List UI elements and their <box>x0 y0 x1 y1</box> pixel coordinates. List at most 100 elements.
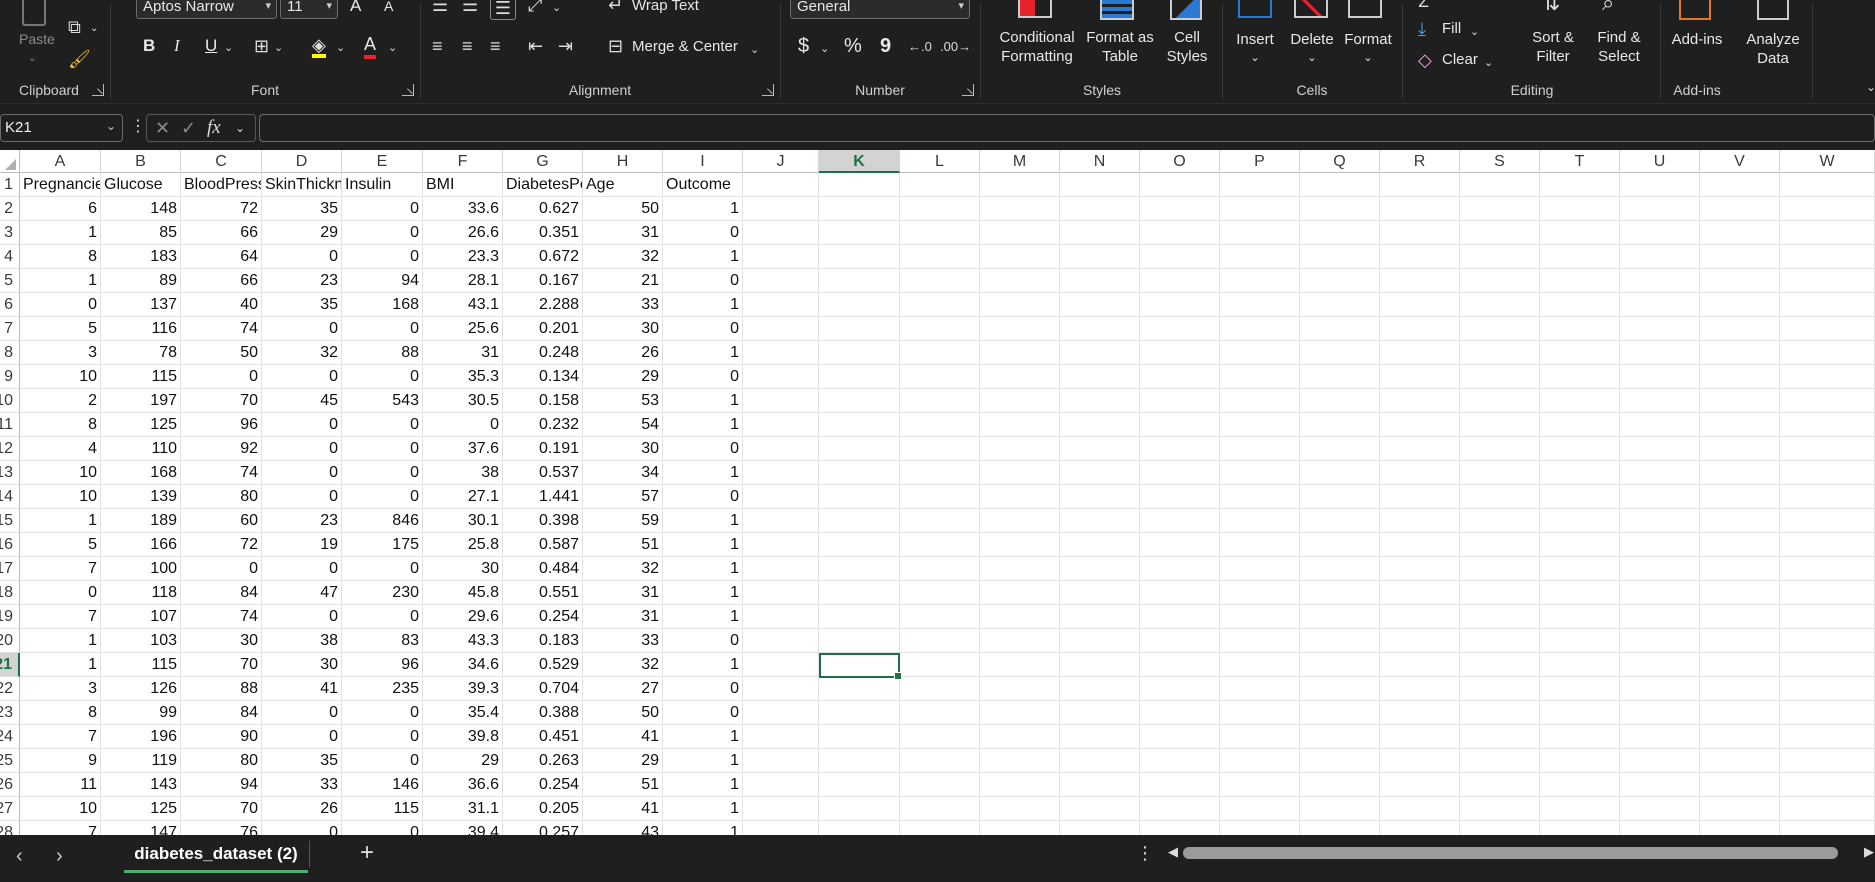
cell[interactable] <box>900 317 980 341</box>
cell[interactable]: 0.529 <box>503 653 583 677</box>
cell[interactable] <box>1540 389 1620 413</box>
cell[interactable] <box>743 245 819 269</box>
cell[interactable] <box>900 557 980 581</box>
cell[interactable]: 50 <box>583 701 663 725</box>
column-header-w[interactable]: W <box>1780 150 1875 173</box>
cell[interactable]: 0 <box>262 245 342 269</box>
fill-dropdown-icon[interactable]: ⌄ <box>1470 21 1479 43</box>
cell[interactable] <box>743 773 819 797</box>
cell[interactable] <box>1780 413 1875 437</box>
cell[interactable] <box>980 389 1060 413</box>
cell[interactable]: 40 <box>181 293 262 317</box>
cell[interactable]: 39.4 <box>423 821 503 835</box>
cell[interactable] <box>1460 701 1540 725</box>
cell[interactable]: 43.3 <box>423 629 503 653</box>
cell[interactable] <box>1700 797 1780 821</box>
cell[interactable] <box>1620 173 1700 197</box>
cell[interactable]: 0 <box>663 677 743 701</box>
cell[interactable] <box>1460 533 1540 557</box>
cell[interactable] <box>1780 293 1875 317</box>
cell[interactable]: 116 <box>101 317 181 341</box>
delete-button[interactable]: Delete ⌄ <box>1284 30 1340 68</box>
cell[interactable] <box>1620 197 1700 221</box>
cell[interactable] <box>1540 509 1620 533</box>
cell[interactable]: 84 <box>181 701 262 725</box>
collapse-ribbon-icon[interactable]: ⌄ <box>1866 76 1875 98</box>
cell[interactable] <box>1460 605 1540 629</box>
cell[interactable]: 78 <box>101 341 181 365</box>
cell[interactable]: 0 <box>342 413 423 437</box>
cell[interactable]: 50 <box>181 341 262 365</box>
cell[interactable]: 60 <box>181 509 262 533</box>
cell[interactable] <box>980 557 1060 581</box>
cell[interactable] <box>1060 461 1140 485</box>
cell[interactable]: 1 <box>663 821 743 835</box>
fill-color-icon[interactable]: ◈ <box>312 34 326 58</box>
cell[interactable]: 1 <box>663 413 743 437</box>
cell[interactable]: 0 <box>20 581 101 605</box>
scroll-right-arrow-icon[interactable]: ▶ <box>1864 844 1874 860</box>
column-header-n[interactable]: N <box>1060 150 1140 173</box>
format-painter-icon[interactable]: 🖌 <box>68 48 91 70</box>
cell[interactable] <box>743 701 819 725</box>
cell[interactable]: 1 <box>20 221 101 245</box>
row-header[interactable]: 27 <box>0 797 20 821</box>
font-dialog-launcher[interactable] <box>402 84 414 96</box>
cell[interactable] <box>1460 797 1540 821</box>
copy-dropdown-icon[interactable]: ⌄ <box>90 18 98 40</box>
cell[interactable]: 1 <box>663 341 743 365</box>
cell[interactable] <box>1140 629 1220 653</box>
cell[interactable]: 35 <box>262 749 342 773</box>
cell[interactable] <box>1220 509 1300 533</box>
alignment-dialog-launcher[interactable] <box>762 84 774 96</box>
cell[interactable] <box>1060 317 1140 341</box>
cell[interactable]: 0 <box>262 317 342 341</box>
currency-button[interactable]: $ <box>798 35 809 58</box>
cell[interactable]: 1.441 <box>503 485 583 509</box>
cell[interactable]: 147 <box>101 821 181 835</box>
cell[interactable] <box>1380 509 1460 533</box>
cell[interactable] <box>1300 749 1380 773</box>
cell[interactable]: 3 <box>20 677 101 701</box>
cell[interactable] <box>1380 581 1460 605</box>
cell[interactable] <box>980 341 1060 365</box>
column-header-r[interactable]: R <box>1380 150 1460 173</box>
align-top-icon[interactable]: ☰ <box>432 0 448 16</box>
cell[interactable] <box>1700 725 1780 749</box>
cell[interactable]: 543 <box>342 389 423 413</box>
cell[interactable] <box>1700 605 1780 629</box>
cell[interactable] <box>1060 269 1140 293</box>
cell[interactable] <box>1140 389 1220 413</box>
cell[interactable] <box>1300 317 1380 341</box>
cell[interactable] <box>1140 197 1220 221</box>
cell[interactable] <box>1300 605 1380 629</box>
cell[interactable] <box>819 533 900 557</box>
cell[interactable] <box>1300 245 1380 269</box>
cell[interactable] <box>1540 773 1620 797</box>
cell[interactable] <box>1220 245 1300 269</box>
cell[interactable] <box>1700 413 1780 437</box>
cell[interactable]: 0.398 <box>503 509 583 533</box>
clear-button[interactable]: Clear <box>1442 51 1478 68</box>
cell[interactable] <box>1620 485 1700 509</box>
wrap-text-icon[interactable]: ↵ <box>608 0 623 16</box>
cell[interactable] <box>1620 653 1700 677</box>
cell[interactable] <box>1380 533 1460 557</box>
cell[interactable] <box>1780 317 1875 341</box>
cell[interactable] <box>1460 509 1540 533</box>
cell[interactable]: 196 <box>101 725 181 749</box>
cell[interactable] <box>1700 437 1780 461</box>
cell[interactable] <box>743 197 819 221</box>
cell[interactable]: 0 <box>663 629 743 653</box>
cell[interactable]: 126 <box>101 677 181 701</box>
cell[interactable]: 0 <box>342 485 423 509</box>
cell[interactable]: 45.8 <box>423 581 503 605</box>
cell[interactable] <box>980 581 1060 605</box>
cell[interactable] <box>1220 677 1300 701</box>
underline-dropdown-icon[interactable]: ⌄ <box>224 37 233 59</box>
cell[interactable] <box>1540 461 1620 485</box>
cell[interactable]: 0 <box>663 437 743 461</box>
cell[interactable] <box>1780 365 1875 389</box>
cell[interactable] <box>1380 293 1460 317</box>
cell[interactable] <box>1700 389 1780 413</box>
